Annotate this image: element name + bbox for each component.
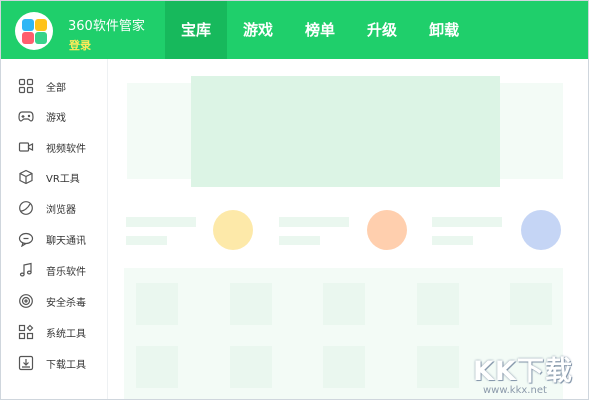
browser-icon bbox=[19, 201, 33, 215]
sidebar-item-system-tools[interactable]: 系统工具 bbox=[1, 317, 107, 348]
app-icon-placeholder bbox=[136, 283, 178, 325]
sidebar-item-chat[interactable]: 聊天通讯 bbox=[1, 224, 107, 255]
sidebar-item-browser[interactable]: 浏览器 bbox=[1, 193, 107, 224]
sidebar-item-label: 全部 bbox=[46, 83, 66, 94]
music-note-icon bbox=[19, 262, 32, 277]
gamepad-icon bbox=[18, 111, 34, 122]
watermark: KK下载 www.kkx.net bbox=[473, 349, 583, 397]
featured-title-placeholder bbox=[432, 217, 502, 227]
tab-uninstall[interactable]: 卸载 bbox=[413, 1, 475, 59]
sidebar-item-all[interactable]: 全部 bbox=[1, 71, 107, 102]
sidebar-item-music[interactable]: 音乐软件 bbox=[1, 255, 107, 286]
banner-placeholder-right bbox=[499, 83, 563, 179]
featured-icon-placeholder-orange bbox=[367, 210, 407, 250]
sidebar-item-label: 视频软件 bbox=[46, 144, 86, 155]
banner-placeholder-main bbox=[191, 76, 500, 187]
sidebar-item-download-tools[interactable]: 下载工具 bbox=[1, 348, 107, 379]
app-icon-placeholder bbox=[417, 283, 459, 325]
shield-target-icon bbox=[19, 294, 33, 308]
download-tray-icon bbox=[18, 355, 34, 371]
grid-icon bbox=[18, 78, 34, 94]
app-icon-placeholder bbox=[323, 346, 365, 388]
login-link[interactable]: 登录 bbox=[69, 37, 91, 53]
tab-rankings[interactable]: 榜单 bbox=[289, 1, 351, 59]
app-icon-placeholder bbox=[417, 346, 459, 388]
banner-placeholder-left bbox=[127, 83, 193, 179]
featured-title-placeholder bbox=[126, 217, 196, 227]
category-sidebar: 全部 游戏 视频软件 VR工具 浏览器 聊天通讯 音乐软件 安全杀毒 系统工具 … bbox=[1, 59, 108, 399]
watermark-url: www.kkx.net bbox=[483, 385, 547, 396]
sidebar-item-label: 下载工具 bbox=[46, 360, 86, 371]
sidebar-item-video[interactable]: 视频软件 bbox=[1, 132, 107, 163]
app-icon-placeholder bbox=[323, 283, 365, 325]
tab-treasury[interactable]: 宝库 bbox=[165, 1, 228, 59]
app-icon-placeholder bbox=[510, 283, 552, 325]
app-window: 360软件管家 登录 宝库 游戏 榜单 升级 卸载 全部 游戏 视频软件 VR工… bbox=[0, 0, 589, 400]
app-logo-icon bbox=[15, 12, 53, 50]
system-tools-icon bbox=[18, 324, 34, 340]
main-tabs: 宝库 游戏 榜单 升级 卸载 bbox=[165, 1, 475, 59]
featured-subtitle-placeholder bbox=[126, 236, 167, 245]
vr-cube-icon bbox=[19, 169, 33, 185]
sidebar-item-label: 浏览器 bbox=[46, 205, 76, 216]
tab-upgrade[interactable]: 升级 bbox=[351, 1, 413, 59]
sidebar-item-label: 聊天通讯 bbox=[46, 236, 86, 247]
featured-icon-placeholder-yellow bbox=[213, 210, 253, 250]
sidebar-item-games[interactable]: 游戏 bbox=[1, 101, 107, 132]
featured-icon-placeholder-blue bbox=[521, 210, 561, 250]
featured-subtitle-placeholder bbox=[432, 236, 473, 245]
tab-games[interactable]: 游戏 bbox=[227, 1, 289, 59]
video-camera-icon bbox=[18, 142, 34, 152]
app-icon-placeholder bbox=[230, 283, 272, 325]
sidebar-item-security[interactable]: 安全杀毒 bbox=[1, 286, 107, 317]
app-icon-placeholder bbox=[230, 346, 272, 388]
sidebar-item-label: VR工具 bbox=[46, 174, 80, 185]
sidebar-item-label: 音乐软件 bbox=[46, 267, 86, 278]
chat-bubble-icon bbox=[18, 232, 34, 247]
sidebar-item-label: 游戏 bbox=[46, 113, 66, 124]
featured-subtitle-placeholder bbox=[279, 236, 320, 245]
sidebar-item-vr[interactable]: VR工具 bbox=[1, 162, 107, 193]
featured-title-placeholder bbox=[279, 217, 349, 227]
sidebar-item-label: 系统工具 bbox=[46, 329, 86, 340]
sidebar-item-label: 安全杀毒 bbox=[46, 298, 86, 309]
app-icon-placeholder bbox=[136, 346, 178, 388]
top-bar: 360软件管家 登录 宝库 游戏 榜单 升级 卸载 bbox=[1, 1, 588, 59]
app-title: 360软件管家 bbox=[68, 19, 145, 34]
watermark-logo-text: KK下载 bbox=[473, 356, 573, 387]
